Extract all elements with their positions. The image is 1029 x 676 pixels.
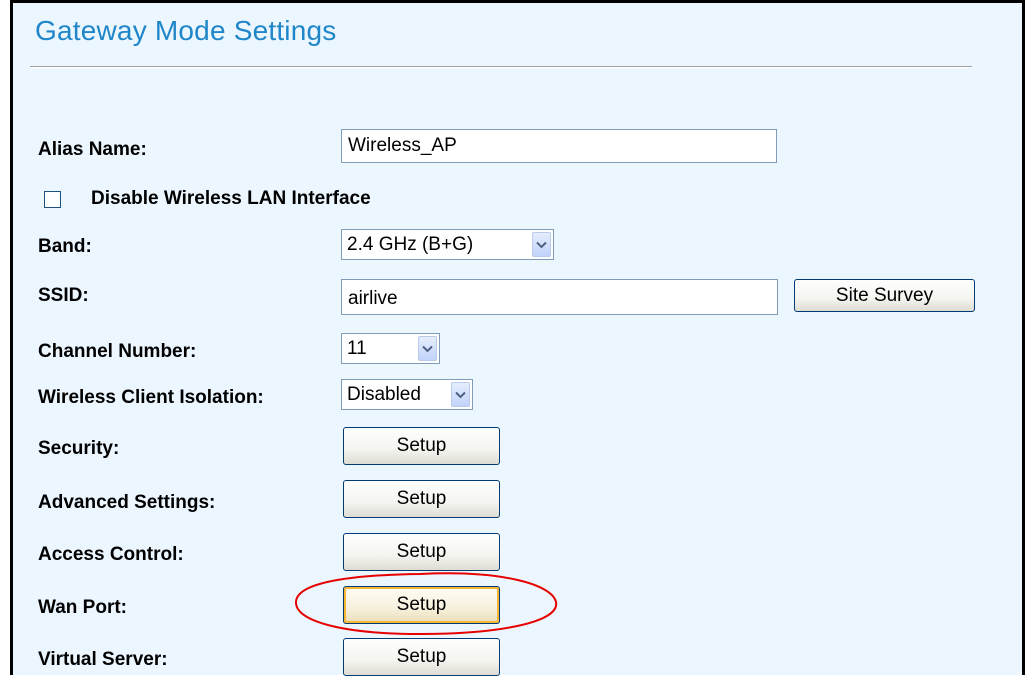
channel-number-label: Channel Number: (38, 341, 197, 362)
virtual-server-label: Virtual Server: (38, 649, 168, 670)
client-isolation-label: Wireless Client Isolation: (38, 387, 264, 408)
ssid-input[interactable]: airlive (341, 279, 778, 315)
band-select-value: 2.4 GHz (B+G) (347, 233, 474, 255)
wan-port-setup-button[interactable]: Setup (343, 586, 500, 624)
virtual-server-setup-button[interactable]: Setup (343, 638, 500, 676)
site-survey-button[interactable]: Site Survey (794, 279, 975, 312)
security-setup-button[interactable]: Setup (343, 427, 500, 465)
alias-name-label: Alias Name: (38, 139, 147, 160)
title-divider (30, 66, 972, 68)
access-control-setup-button[interactable]: Setup (343, 533, 500, 571)
band-select[interactable]: 2.4 GHz (B+G) (341, 229, 554, 260)
chevron-down-icon[interactable] (532, 232, 551, 257)
band-label: Band: (38, 236, 92, 257)
client-isolation-select-value: Disabled (347, 383, 421, 405)
advanced-settings-setup-button[interactable]: Setup (343, 480, 500, 518)
alias-name-input[interactable]: Wireless_AP (341, 129, 777, 163)
page-title: Gateway Mode Settings (35, 15, 337, 46)
ssid-label: SSID: (38, 285, 89, 306)
disable-wlan-label: Disable Wireless LAN Interface (91, 188, 371, 209)
settings-panel (10, 0, 1025, 675)
advanced-settings-label: Advanced Settings: (38, 492, 216, 513)
chevron-down-icon[interactable] (418, 336, 437, 361)
disable-wlan-checkbox[interactable] (44, 191, 61, 208)
chevron-down-icon[interactable] (451, 382, 470, 407)
channel-number-select-value: 11 (347, 337, 367, 359)
channel-number-select[interactable]: 11 (341, 333, 440, 364)
client-isolation-select[interactable]: Disabled (341, 379, 473, 410)
access-control-label: Access Control: (38, 544, 184, 565)
wan-port-label: Wan Port: (38, 597, 128, 618)
security-label: Security: (38, 438, 120, 459)
